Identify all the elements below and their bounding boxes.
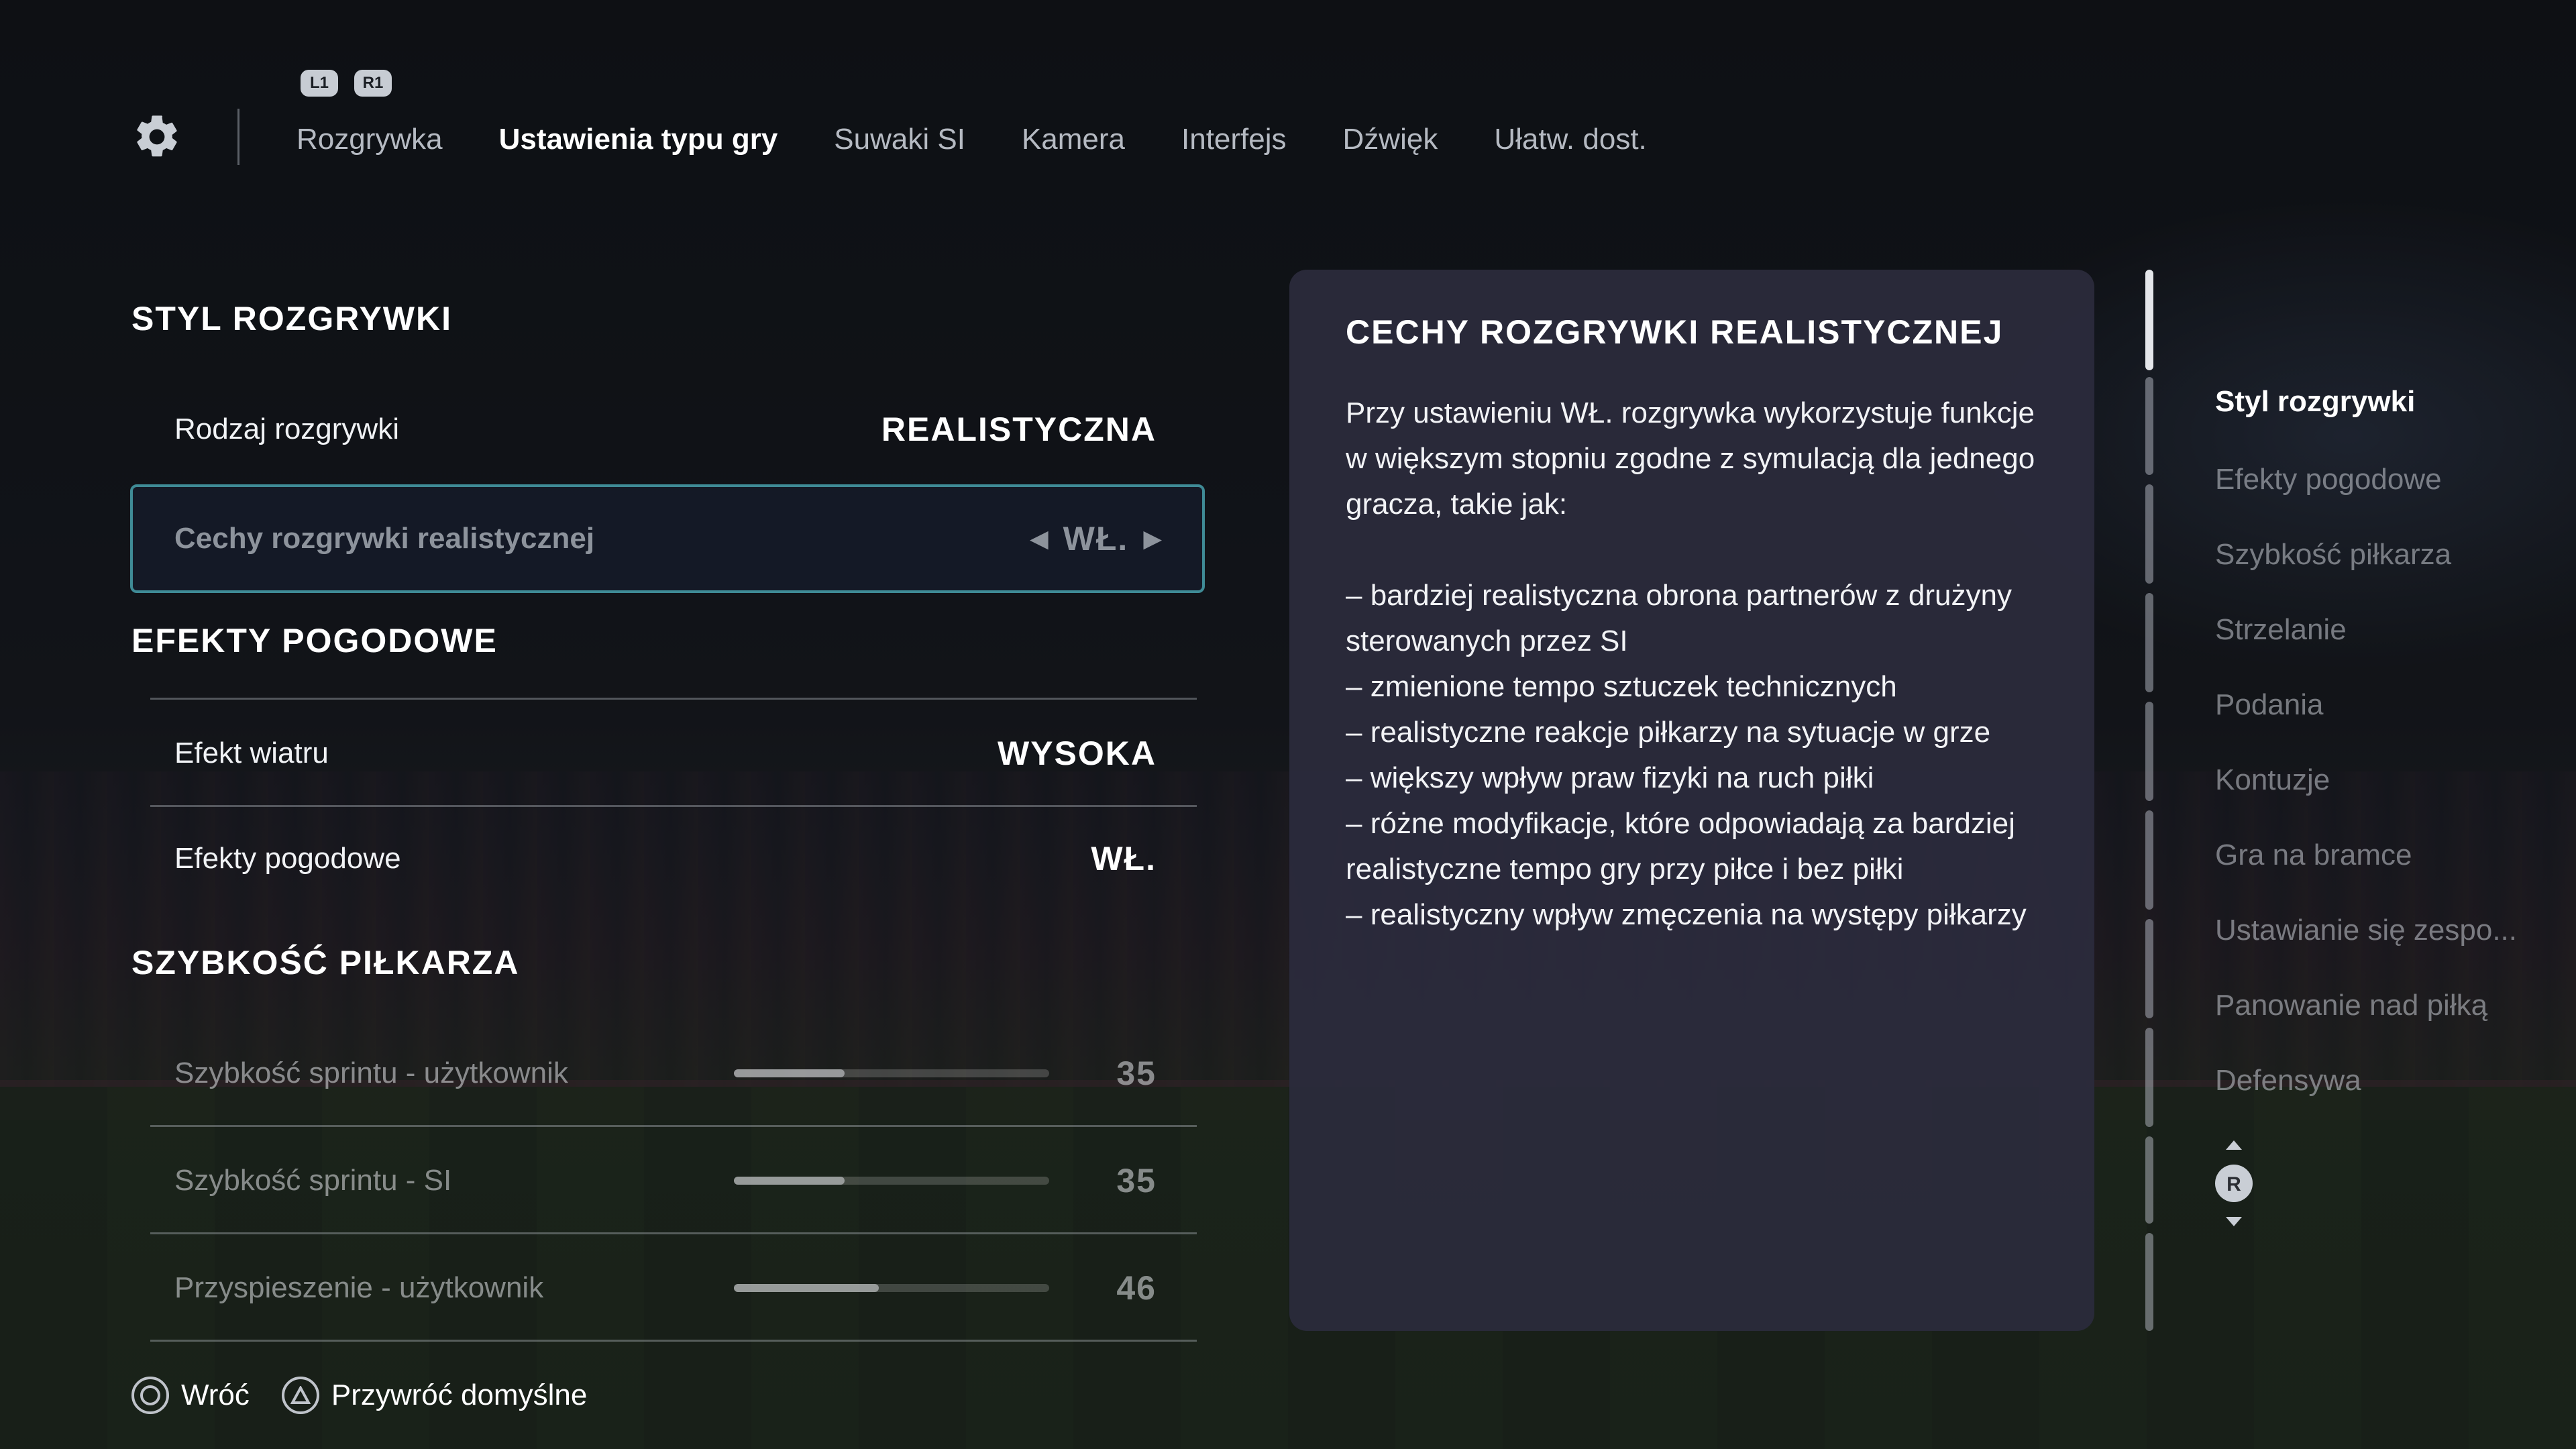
tab-ulatw-dost[interactable]: Ułatw. dost. [1494, 115, 1646, 164]
setting-efekty-pogodowe[interactable]: Efekty pogodowe WŁ. [150, 805, 1197, 912]
setting-value: WŁ. [1091, 840, 1157, 877]
setting-szybkosc-sprintu-si[interactable]: Szybkość sprintu - SI 35 [150, 1127, 1197, 1234]
nav-item-defensywa[interactable]: Defensywa [2215, 1064, 2361, 1097]
nav-item-podania[interactable]: Podania [2215, 688, 2323, 722]
setting-label: Cechy rozgrywki realistycznej [174, 522, 595, 555]
setting-przyspieszenie-uzytkownik[interactable]: Przyspieszenie - użytkownik 46 [150, 1234, 1197, 1342]
nav-item-gra-na-bramce[interactable]: Gra na bramce [2215, 839, 2412, 872]
l1-button-icon[interactable]: L1 [301, 70, 338, 97]
setting-value: 35 [1116, 1162, 1157, 1199]
description-bullet: – bardziej realistyczna obrona partnerów… [1346, 579, 2012, 657]
nav-item-kontuzje[interactable]: Kontuzje [2215, 763, 2330, 797]
setting-label: Efekt wiatru [174, 737, 329, 769]
section-title-szybkosc-pilkarza: SZYBKOŚĆ PIŁKARZA [131, 944, 520, 981]
tab-kamera[interactable]: Kamera [1022, 115, 1125, 164]
settings-tabs: Rozgrywka Ustawienia typu gry Suwaki SI … [297, 115, 1703, 164]
tab-rozgrywka[interactable]: Rozgrywka [297, 115, 443, 164]
r1-button-icon[interactable]: R1 [354, 70, 392, 97]
chevron-up-icon [2226, 1140, 2242, 1150]
r-stick-icon: R [2226, 1173, 2241, 1195]
setting-efekt-wiatru[interactable]: Efekt wiatru WYSOKA [150, 698, 1197, 807]
header-separator [237, 109, 239, 165]
row-divider [150, 1340, 1197, 1342]
description-bullet: – realistyczny wpływ zmęczenia na występ… [1346, 898, 2027, 931]
description-bullet: – zmienione tempo sztuczek technicznych [1346, 670, 1897, 703]
setting-label: Szybkość sprintu - użytkownik [174, 1057, 568, 1089]
slider-track[interactable] [734, 1177, 1049, 1185]
slider-fill [734, 1069, 845, 1077]
tab-ustawienia-typu-gry[interactable]: Ustawienia typu gry [499, 115, 778, 164]
description-bullet: – większy wpływ praw fizyki na ruch piłk… [1346, 761, 1874, 794]
setting-value: WYSOKA [998, 735, 1157, 772]
tab-interfejs[interactable]: Interfejs [1181, 115, 1287, 164]
setting-cechy-rozgrywki-realistycznej[interactable]: Cechy rozgrywki realistycznej ◀ WŁ. ▶ [130, 484, 1205, 593]
section-title-efekty-pogodowe: EFEKTY POGODOWE [131, 622, 498, 659]
setting-value: WŁ. [1063, 520, 1129, 557]
setting-label: Rodzaj rozgrywki [174, 413, 399, 445]
nav-item-panowanie-nad-pilka[interactable]: Panowanie nad piłką [2215, 989, 2487, 1022]
slider-fill [734, 1284, 879, 1292]
right-stick-scroll-indicator: R [2215, 1140, 2253, 1228]
circle-button-icon[interactable] [131, 1377, 169, 1414]
setting-label: Przyspieszenie - użytkownik [174, 1271, 544, 1304]
nav-item-styl-rozgrywki[interactable]: Styl rozgrywki [2215, 385, 2415, 419]
tab-dzwiek[interactable]: Dźwięk [1343, 115, 1438, 164]
description-body: Przy ustawieniu WŁ. rozgrywka wykorzystu… [1346, 390, 2043, 938]
setting-value: 35 [1116, 1055, 1157, 1092]
slider-track[interactable] [734, 1069, 1049, 1077]
nav-item-szybkosc-pilkarza[interactable]: Szybkość piłkarza [2215, 538, 2451, 572]
description-panel: CECHY ROZGRYWKI REALISTYCZNEJ Przy ustaw… [1289, 270, 2094, 1331]
nav-item-strzelanie[interactable]: Strzelanie [2215, 613, 2347, 647]
section-title-styl-rozgrywki: STYL ROZGRYWKI [131, 300, 452, 337]
scrollbar-thumb[interactable] [2145, 270, 2153, 370]
slider-track[interactable] [734, 1284, 1049, 1292]
triangle-button-icon[interactable] [281, 1377, 319, 1414]
setting-szybkosc-sprintu-uzytkownik[interactable]: Szybkość sprintu - użytkownik 35 [150, 1020, 1197, 1127]
arrow-left-icon[interactable]: ◀ [1030, 525, 1049, 553]
tab-suwaki-si[interactable]: Suwaki SI [834, 115, 965, 164]
gear-icon[interactable] [131, 111, 182, 162]
nav-item-ustawianie-sie-zespolu[interactable]: Ustawianie się zespo... [2215, 914, 2517, 947]
chevron-down-icon [2226, 1217, 2242, 1226]
arrow-right-icon[interactable]: ▶ [1143, 525, 1162, 553]
setting-rodzaj-rozgrywki[interactable]: Rodzaj rozgrywki REALISTYCZNA [150, 376, 1197, 483]
setting-label: Efekty pogodowe [174, 842, 401, 875]
nav-item-efekty-pogodowe[interactable]: Efekty pogodowe [2215, 463, 2442, 496]
footer-hints: Wróć Przywróć domyślne [131, 1377, 619, 1414]
setting-value: REALISTYCZNA [881, 411, 1157, 448]
top-bar: L1 R1 Rozgrywka Ustawienia typu gry Suwa… [0, 0, 2576, 174]
back-label[interactable]: Wróć [181, 1379, 250, 1412]
setting-value: 46 [1116, 1269, 1157, 1307]
reset-defaults-label[interactable]: Przywróć domyślne [331, 1379, 587, 1412]
setting-label: Szybkość sprintu - SI [174, 1164, 452, 1197]
description-intro: Przy ustawieniu WŁ. rozgrywka wykorzystu… [1346, 396, 2035, 521]
description-title: CECHY ROZGRYWKI REALISTYCZNEJ [1346, 313, 2004, 351]
description-bullet: – realistyczne reakcje piłkarzy na sytua… [1346, 716, 1991, 749]
slider-fill [734, 1177, 845, 1185]
description-bullet: – różne modyfikacje, które odpowiadają z… [1346, 807, 2015, 885]
